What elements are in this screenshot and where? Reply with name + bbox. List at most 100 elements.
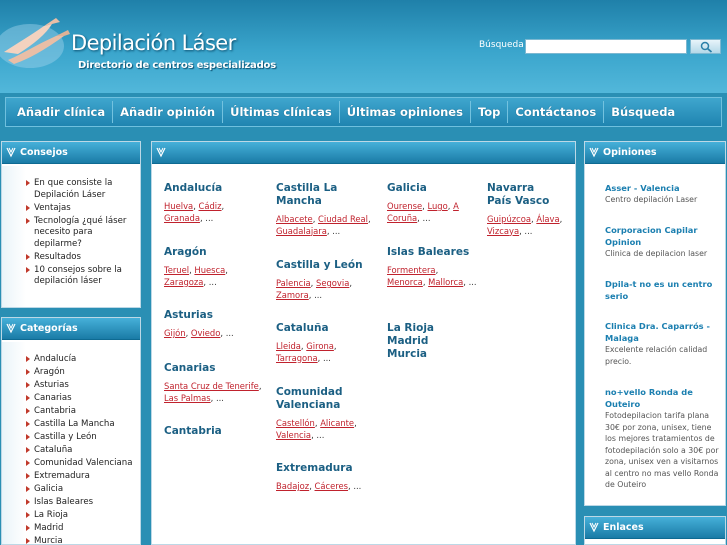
city-link[interactable]: Ourense [387,201,422,211]
more-link[interactable]: ... [314,290,322,300]
opinion-title[interactable]: Dpila-t no es un centro serio [605,278,721,302]
region-galicia: Galicia Ourense, Lugo, A Coruña, ... [387,182,477,224]
enlaces-title: Enlaces [603,522,644,533]
nav-ultimas-clinicas[interactable]: Últimas clínicas [223,101,340,123]
region-title[interactable]: País Vasco [487,195,572,208]
city-link[interactable]: Castellón [276,418,315,428]
more-link[interactable]: ... [423,213,431,223]
nav-anadir-clinica[interactable]: Añadir clínica [10,101,114,123]
city-link[interactable]: Vizcaya [487,226,519,236]
categoria-item[interactable]: Castilla y León [26,432,134,444]
city-link[interactable]: Guadalajara [276,226,327,236]
consejo-item[interactable]: Tecnología ¿qué láser necesito para depi… [26,216,134,251]
categoria-item[interactable]: Islas Baleares [26,497,134,509]
region-title[interactable]: La Rioja [387,322,477,335]
more-link[interactable]: ... [524,226,532,236]
region-title[interactable]: Murcia [387,348,477,361]
nav-ultimas-opiniones[interactable]: Últimas opiniones [340,101,471,123]
city-link[interactable]: Menorca [387,277,423,287]
more-link[interactable]: ... [205,213,213,223]
search-button[interactable] [690,39,721,54]
opinion-title[interactable]: Clinica Dra. Caparrós - Malaga [605,320,721,344]
city-link[interactable]: Las Palmas [164,393,211,403]
enlaces-header: Enlaces [585,517,725,539]
region-title[interactable]: Canarias [164,362,268,375]
categoria-item[interactable]: Cantabria [26,406,134,418]
consejo-item[interactable]: Resultados [26,252,134,264]
categoria-item[interactable]: Andalucía [26,354,134,366]
city-link[interactable]: Guipúzcoa [487,214,531,224]
city-link[interactable]: Lugo [427,201,447,211]
more-link[interactable]: ... [316,430,324,440]
nav-contactanos[interactable]: Contáctanos [508,101,605,123]
consejos-header: Consejos [2,142,140,164]
region-title[interactable]: Extremadura [276,462,376,475]
city-link[interactable]: Badajoz [276,481,309,491]
more-link[interactable]: ... [323,353,331,363]
opinion-title[interactable]: Asser - Valencia [605,182,721,194]
more-link[interactable]: ... [216,393,224,403]
city-link[interactable]: Alicante [320,418,354,428]
opinion-title[interactable]: no+vello Ronda de Outeiro [605,386,721,410]
city-link[interactable]: Girona [306,341,334,351]
region-title[interactable]: Cantabria [164,425,264,438]
city-link[interactable]: Gijón [164,328,186,338]
city-link[interactable]: Zaragoza [164,277,203,287]
region-title[interactable]: Comunidad Valenciana [276,386,376,412]
city-link[interactable]: Valencia [276,430,311,440]
city-link[interactable]: Segovia [316,278,349,288]
city-link[interactable]: Teruel [164,265,189,275]
city-link[interactable]: Cádiz [199,201,222,211]
city-link[interactable]: Granada [164,213,200,223]
city-link[interactable]: Oviedo [191,328,220,338]
city-link[interactable]: Albacete [276,214,313,224]
region-title[interactable]: Cataluña [276,322,376,335]
consejo-item[interactable]: 10 consejos sobre la depilación láser [26,265,134,288]
region-title[interactable]: Galicia [387,182,477,195]
categoria-item[interactable]: Madrid [26,523,134,535]
categoria-item[interactable]: Extremadura [26,471,134,483]
more-link[interactable]: ... [226,328,234,338]
city-link[interactable]: Cáceres [315,481,349,491]
region-title[interactable]: Castilla La Mancha [276,182,376,208]
more-link[interactable]: ... [469,277,477,287]
region-title[interactable]: Asturias [164,309,264,322]
categoria-item[interactable]: Galicia [26,484,134,496]
categoria-item[interactable]: La Rioja [26,510,134,522]
city-link[interactable]: Ciudad Real [318,214,368,224]
city-link[interactable]: Santa Cruz de Tenerife [164,381,259,391]
categoria-item[interactable]: Castilla La Mancha [26,419,134,431]
consejo-item[interactable]: En que consiste la Depilación Láser [26,178,134,201]
nav-anadir-opinion[interactable]: Añadir opinión [113,101,224,123]
search-input[interactable] [525,39,687,54]
city-link[interactable]: Tarragona [276,353,318,363]
city-link[interactable]: Huelva [164,201,193,211]
categoria-item[interactable]: Aragón [26,367,134,379]
categoria-item[interactable]: Canarias [26,393,134,405]
city-link[interactable]: Lleida [276,341,301,351]
opinion-title[interactable]: Corporacion Capilar Opinion [605,224,721,248]
city-link[interactable]: Formentera [387,265,436,275]
more-link[interactable]: ... [353,481,361,491]
city-link[interactable]: Palencia [276,278,311,288]
region-title[interactable]: Aragón [164,246,264,259]
more-link[interactable]: ... [209,277,217,287]
region-title[interactable]: Andalucía [164,182,264,195]
categoria-item[interactable]: Murcia [26,536,134,544]
city-link[interactable]: Huesca [194,265,225,275]
more-link[interactable]: ... [332,226,340,236]
site-title[interactable]: Depilación Láser [71,31,236,55]
city-link[interactable]: Zamora [276,290,309,300]
region-title[interactable]: Navarra [487,182,572,195]
region-title[interactable]: Madrid [387,335,477,348]
categoria-item[interactable]: Cataluña [26,445,134,457]
region-title[interactable]: Castilla y León [276,259,376,272]
nav-busqueda[interactable]: Búsqueda [604,101,682,123]
city-link[interactable]: Álava [536,214,559,224]
city-link[interactable]: Mallorca [428,277,463,287]
categoria-item[interactable]: Asturias [26,380,134,392]
nav-top[interactable]: Top [471,101,509,123]
categoria-item[interactable]: Comunidad Valenciana [26,458,134,470]
consejo-item[interactable]: Ventajas [26,203,134,215]
region-title[interactable]: Islas Baleares [387,246,477,259]
